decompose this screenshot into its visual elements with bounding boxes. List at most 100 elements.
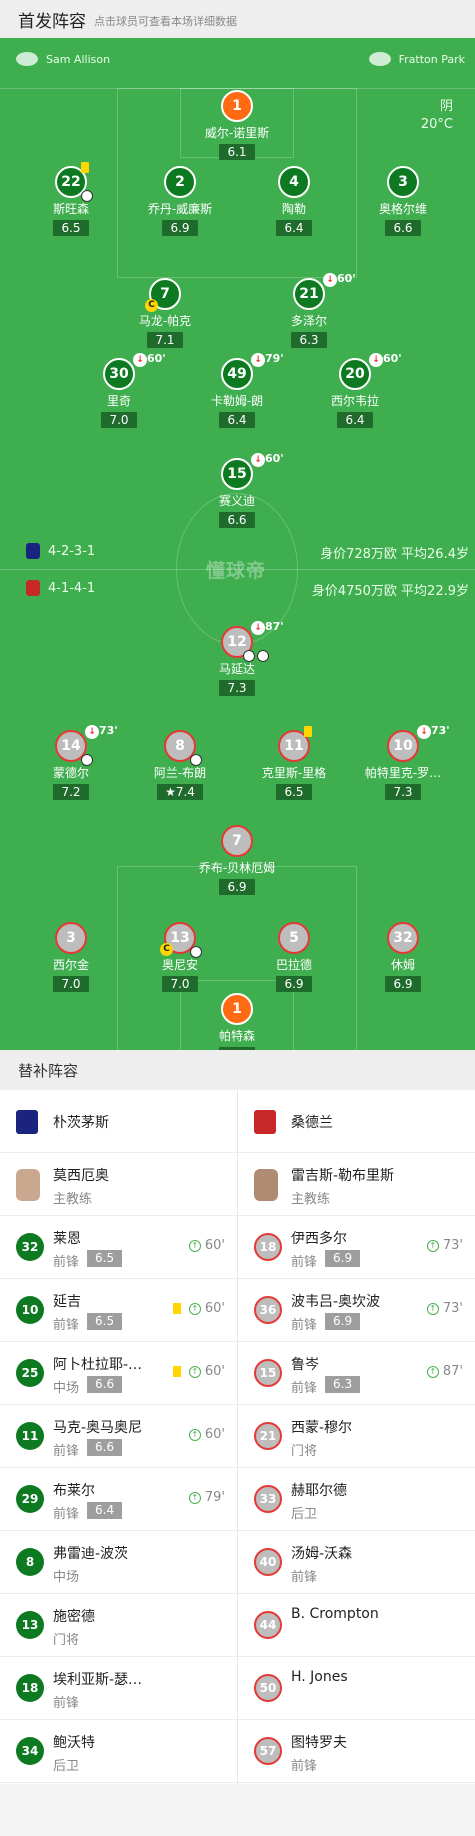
home-player[interactable]: 49 ↓ 79' 卡勒姆-朗 6.4 — [182, 352, 292, 428]
bench-player-row[interactable]: 36 波韦吕-奥坎波 前锋 6.9 ↑ 73' — [238, 1279, 475, 1342]
page-subtitle: 点击球员可查看本场详细数据 — [94, 14, 237, 28]
player-number: 8 — [16, 1548, 44, 1576]
player-number: 29 — [16, 1485, 44, 1513]
bench-player-row[interactable]: 57 图特罗夫 前锋 — [238, 1720, 475, 1783]
sub-time: 73' — [442, 1301, 463, 1316]
sunderland-badge-icon — [26, 580, 40, 596]
sub-info: ↑ 60' — [172, 1364, 225, 1379]
player-name: 施密德 — [53, 1609, 95, 1625]
temperature: 20°C — [420, 117, 453, 132]
player-number: 1 — [221, 90, 253, 122]
sub-time: 73' — [442, 1238, 463, 1253]
bench-player-row[interactable]: 18 伊西多尔 前锋 6.9 ↑ 73' — [238, 1216, 475, 1279]
player-name: 鲍沃特 — [53, 1735, 95, 1751]
assist-icon — [257, 650, 269, 662]
away-player[interactable]: 11 克里斯-里格 6.5 — [239, 726, 349, 800]
home-player[interactable]: 1 威尔-诺里斯 6.1 — [182, 90, 292, 160]
sub-on-icon: ↑ — [188, 1491, 201, 1504]
player-number: 13 C — [160, 922, 202, 958]
home-player[interactable]: 21 ↓ 60' 多泽尔 6.3 — [254, 272, 364, 348]
away-player[interactable]: 3 西尔金 7.0 — [16, 922, 126, 992]
player-number: 13 — [16, 1611, 44, 1639]
home-player[interactable]: 30 ↓ 60' 里奇 7.0 — [64, 352, 174, 428]
bench-player-row[interactable]: 25 阿卜杜拉耶-… 中场 6.6 ↑ 60' — [0, 1342, 237, 1405]
bench-player-row[interactable]: 8 弗雷迪-波茨 中场 — [0, 1531, 237, 1594]
bench-player-row[interactable]: 50 H. Jones — [238, 1657, 475, 1720]
home-player[interactable]: 3 奥格尔维 6.6 — [348, 166, 458, 236]
sub-info: ↑ 73' — [426, 1238, 463, 1253]
player-name: 赛义迪 — [218, 494, 255, 508]
away-bench: 桑德兰 雷吉斯-勒布里斯 主教练 18 伊西多尔 前锋 6.9 ↑ 73' 36 波韦吕-奥坎… — [238, 1090, 475, 1783]
player-position: 后卫 — [291, 1507, 318, 1522]
player-position: 前锋 — [53, 1444, 80, 1459]
whistle-icon — [16, 52, 38, 66]
away-player[interactable]: 14 ↓ 73' 蒙德尔 7.2 — [16, 724, 126, 800]
player-number: 36 — [254, 1296, 282, 1324]
sub-time: 79' — [204, 1490, 225, 1505]
player-number: 7C — [145, 278, 181, 312]
yellow-card-icon — [81, 162, 89, 173]
bench-player-row[interactable]: 29 布莱尔 前锋 6.4 ↑ 79' — [0, 1468, 237, 1531]
sub-off-icon: ↓ — [133, 353, 147, 367]
home-player[interactable]: 15 ↓ 60' 赛义迪 6.6 — [182, 452, 292, 528]
sub-on-icon: ↑ — [188, 1428, 201, 1441]
player-rating: 6.4 — [219, 412, 255, 428]
away-player[interactable]: 1帕特森6.4 — [182, 993, 292, 1050]
home-player[interactable]: 4 陶勒 6.4 — [239, 166, 349, 236]
player-position: 前锋 — [291, 1381, 318, 1396]
player-number: 3 — [55, 922, 87, 954]
home-value: 身价728万欧 平均26.4岁 — [320, 547, 469, 562]
player-name: 乔布-贝林厄姆 — [198, 861, 276, 875]
sub-on-icon: ↑ — [188, 1365, 201, 1378]
home-team-name: 朴茨茅斯 — [53, 1115, 109, 1131]
player-number: 32 — [16, 1233, 44, 1261]
coach-name: 雷吉斯-勒布里斯 — [291, 1168, 395, 1184]
bench-player-row[interactable]: 33 赫耶尔德 后卫 — [238, 1468, 475, 1531]
player-name: 多泽尔 — [290, 314, 327, 328]
away-player[interactable]: 7 乔布-贝林厄姆 6.9 — [182, 825, 292, 895]
bench-player-row[interactable]: 40 汤姆-沃森 前锋 — [238, 1531, 475, 1594]
player-number: 18 — [254, 1233, 282, 1261]
bench-player-row[interactable]: 32 莱恩 前锋 6.5 ↑ 60' — [0, 1216, 237, 1279]
home-player[interactable]: 22 斯旺森 6.5 — [16, 162, 126, 236]
sub-time: 60' — [204, 1238, 225, 1253]
away-player[interactable]: 32 休姆 6.9 — [348, 922, 458, 992]
home-player[interactable]: 7 C 马龙-帕克 7.1 — [110, 278, 220, 348]
bench: 朴茨茅斯 莫西厄奥 主教练 32 莱恩 前锋 6.5 ↑ 60' 10 延吉 前锋 6.5 ↑ 60'… — [0, 1090, 475, 1784]
sub-info: ↑ 60' — [188, 1238, 225, 1253]
bench-player-row[interactable]: 13 施密德 门将 — [0, 1594, 237, 1657]
player-rating: 6.3 — [325, 1376, 361, 1393]
player-number: 49 ↓ 79' — [221, 352, 284, 390]
away-player[interactable]: 13 C 奥尼安 7.0 — [125, 922, 235, 992]
goal-ball-icon — [190, 754, 202, 766]
bench-player-row[interactable]: 18 埃利亚斯-瑟… 前锋 — [0, 1657, 237, 1720]
bench-player-row[interactable]: 44 B. Crompton — [238, 1594, 475, 1657]
away-player[interactable]: 10 ↓ 73' 帕特里克-罗… 7.3 — [348, 724, 458, 800]
player-name: 汤姆-沃森 — [291, 1546, 353, 1562]
player-position: 前锋 — [291, 1570, 318, 1585]
home-coach[interactable]: 莫西厄奥 主教练 — [0, 1153, 237, 1216]
bench-player-row[interactable]: 11 马克-奥马奥尼 前锋 6.6 ↑ 60' — [0, 1405, 237, 1468]
player-number: 21 ↓ 60' — [293, 272, 356, 310]
player-number: 11 — [16, 1422, 44, 1450]
away-coach[interactable]: 雷吉斯-勒布里斯 主教练 — [238, 1153, 475, 1216]
goal-ball-icon — [190, 946, 202, 958]
bench-player-row[interactable]: 21 西蒙-穆尔 门将 — [238, 1405, 475, 1468]
player-rating: 7.3 — [385, 784, 421, 800]
home-player[interactable]: 2 乔丹-威廉斯 6.9 — [125, 166, 235, 236]
player-name: 伊西多尔 — [291, 1231, 347, 1247]
bench-player-row[interactable]: 10 延吉 前锋 6.5 ↑ 60' — [0, 1279, 237, 1342]
player-number: 3 — [387, 166, 419, 198]
player-rating: 6.4 — [276, 220, 312, 236]
player-name: 马延达 — [218, 662, 255, 676]
bench-player-row[interactable]: 34 鲍沃特 后卫 — [0, 1720, 237, 1783]
bench-player-row[interactable]: 15 鲁岑 前锋 6.3 ↑ 87' — [238, 1342, 475, 1405]
player-name: 赫耶尔德 — [291, 1483, 347, 1499]
player-name: 图特罗夫 — [291, 1735, 347, 1751]
player-rating: 6.9 — [276, 976, 312, 992]
away-player[interactable]: 5 巴拉德 6.9 — [239, 922, 349, 992]
away-player[interactable]: 8 阿兰-布朗 ★7.4 — [125, 730, 235, 800]
away-player[interactable]: 12 ↓ 87' 马延达 7.3 — [182, 620, 292, 696]
away-formation-text: 4-1-4-1 — [48, 580, 96, 596]
home-player[interactable]: 20 ↓ 60' 西尔韦拉 6.4 — [300, 352, 410, 428]
